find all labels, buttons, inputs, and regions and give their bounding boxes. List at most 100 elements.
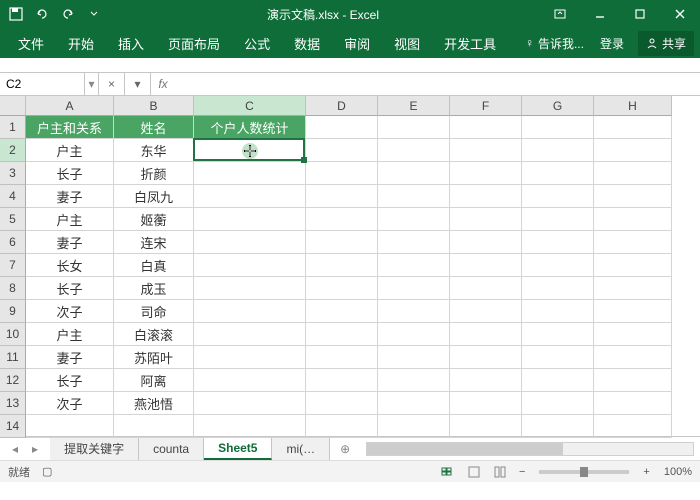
row-header-6[interactable]: 6 — [0, 231, 26, 254]
row-header-2[interactable]: 2 — [0, 139, 26, 162]
row-header-8[interactable]: 8 — [0, 277, 26, 300]
cell-D10[interactable] — [306, 323, 378, 346]
cell-E10[interactable] — [378, 323, 450, 346]
cell-G12[interactable] — [522, 369, 594, 392]
col-header-C[interactable]: C — [194, 96, 306, 116]
tab-layout[interactable]: 页面布局 — [156, 28, 232, 58]
sheet-tab-4[interactable]: mi( … — [272, 437, 330, 460]
cell-C1[interactable]: 个户人数统计 — [194, 116, 306, 139]
cell-C12[interactable] — [194, 369, 306, 392]
cell-B3[interactable]: 折颜 — [114, 162, 194, 185]
cell-A5[interactable]: 户主 — [26, 208, 114, 231]
cell-H9[interactable] — [594, 300, 672, 323]
cell-D4[interactable] — [306, 185, 378, 208]
cell-B7[interactable]: 白真 — [114, 254, 194, 277]
cell-A13[interactable]: 次子 — [26, 392, 114, 415]
login-button[interactable]: 登录 — [600, 35, 624, 52]
cell-A8[interactable]: 长子 — [26, 277, 114, 300]
cell-H8[interactable] — [594, 277, 672, 300]
cell-C3[interactable] — [194, 162, 306, 185]
cell-G8[interactable] — [522, 277, 594, 300]
cell-B14[interactable] — [114, 415, 194, 438]
cell-F8[interactable] — [450, 277, 522, 300]
cell-A2[interactable]: 户主 — [26, 139, 114, 162]
cell-G1[interactable] — [522, 116, 594, 139]
cell-A4[interactable]: 妻子 — [26, 185, 114, 208]
tab-insert[interactable]: 插入 — [106, 28, 156, 58]
cell-C6[interactable] — [194, 231, 306, 254]
cell-B11[interactable]: 苏陌叶 — [114, 346, 194, 369]
insert-function-icon[interactable]: ▾ — [125, 73, 151, 95]
sheet-tab-3[interactable]: Sheet5 — [204, 437, 272, 460]
row-header-13[interactable]: 13 — [0, 392, 26, 415]
cell-C4[interactable] — [194, 185, 306, 208]
cell-H4[interactable] — [594, 185, 672, 208]
horizontal-scrollbar[interactable] — [366, 442, 694, 456]
cell-G10[interactable] — [522, 323, 594, 346]
sheet-nav-prev-icon[interactable]: ◂ — [6, 440, 24, 458]
cell-D9[interactable] — [306, 300, 378, 323]
cell-D12[interactable] — [306, 369, 378, 392]
zoom-in-button[interactable]: + — [639, 466, 653, 478]
cell-E12[interactable] — [378, 369, 450, 392]
cell-H13[interactable] — [594, 392, 672, 415]
normal-view-icon[interactable] — [437, 464, 459, 480]
select-all-corner[interactable] — [0, 96, 26, 116]
cell-F4[interactable] — [450, 185, 522, 208]
redo-icon[interactable] — [56, 2, 80, 26]
cell-F11[interactable] — [450, 346, 522, 369]
cell-D14[interactable] — [306, 415, 378, 438]
cell-G2[interactable] — [522, 139, 594, 162]
col-header-F[interactable]: F — [450, 96, 522, 116]
cell-B9[interactable]: 司命 — [114, 300, 194, 323]
cell-E14[interactable] — [378, 415, 450, 438]
cell-D11[interactable] — [306, 346, 378, 369]
cell-E11[interactable] — [378, 346, 450, 369]
cell-H6[interactable] — [594, 231, 672, 254]
cell-E6[interactable] — [378, 231, 450, 254]
page-break-view-icon[interactable] — [489, 464, 511, 480]
fx-icon[interactable]: fx — [151, 73, 175, 95]
row-header-4[interactable]: 4 — [0, 185, 26, 208]
cell-A12[interactable]: 长子 — [26, 369, 114, 392]
row-header-5[interactable]: 5 — [0, 208, 26, 231]
cell-A1[interactable]: 户主和关系 — [26, 116, 114, 139]
cell-F10[interactable] — [450, 323, 522, 346]
sheet-tab-1[interactable]: 提取关键字 — [50, 437, 139, 460]
cell-E2[interactable] — [378, 139, 450, 162]
cell-H14[interactable] — [594, 415, 672, 438]
cell-D3[interactable] — [306, 162, 378, 185]
cell-H11[interactable] — [594, 346, 672, 369]
qat-dropdown-icon[interactable] — [82, 2, 106, 26]
cell-B5[interactable]: 姬蘅 — [114, 208, 194, 231]
cell-H2[interactable] — [594, 139, 672, 162]
cell-B4[interactable]: 白凤九 — [114, 185, 194, 208]
cell-C7[interactable] — [194, 254, 306, 277]
cell-H3[interactable] — [594, 162, 672, 185]
cell-B6[interactable]: 连宋 — [114, 231, 194, 254]
cell-G14[interactable] — [522, 415, 594, 438]
cell-B8[interactable]: 成玉 — [114, 277, 194, 300]
cell-G5[interactable] — [522, 208, 594, 231]
zoom-level[interactable]: 100% — [658, 466, 692, 478]
cell-G11[interactable] — [522, 346, 594, 369]
cell-F12[interactable] — [450, 369, 522, 392]
cell-grid[interactable]: 户主和关系姓名个户人数统计户主东华长子折颜妻子白凤九户主姬蘅妻子连宋长女白真长子… — [26, 116, 672, 438]
tell-me-button[interactable]: 告诉我... — [538, 35, 584, 52]
cell-E7[interactable] — [378, 254, 450, 277]
cell-E8[interactable] — [378, 277, 450, 300]
ribbon-options-icon[interactable] — [540, 0, 580, 28]
tab-view[interactable]: 视图 — [382, 28, 432, 58]
cell-F9[interactable] — [450, 300, 522, 323]
cell-E3[interactable] — [378, 162, 450, 185]
col-header-H[interactable]: H — [594, 96, 672, 116]
cell-B2[interactable]: 东华 — [114, 139, 194, 162]
row-header-1[interactable]: 1 — [0, 116, 26, 139]
cell-G6[interactable] — [522, 231, 594, 254]
row-header-10[interactable]: 10 — [0, 323, 26, 346]
cell-C14[interactable] — [194, 415, 306, 438]
row-header-7[interactable]: 7 — [0, 254, 26, 277]
row-header-11[interactable]: 11 — [0, 346, 26, 369]
cell-B10[interactable]: 白滚滚 — [114, 323, 194, 346]
cell-A14[interactable] — [26, 415, 114, 438]
